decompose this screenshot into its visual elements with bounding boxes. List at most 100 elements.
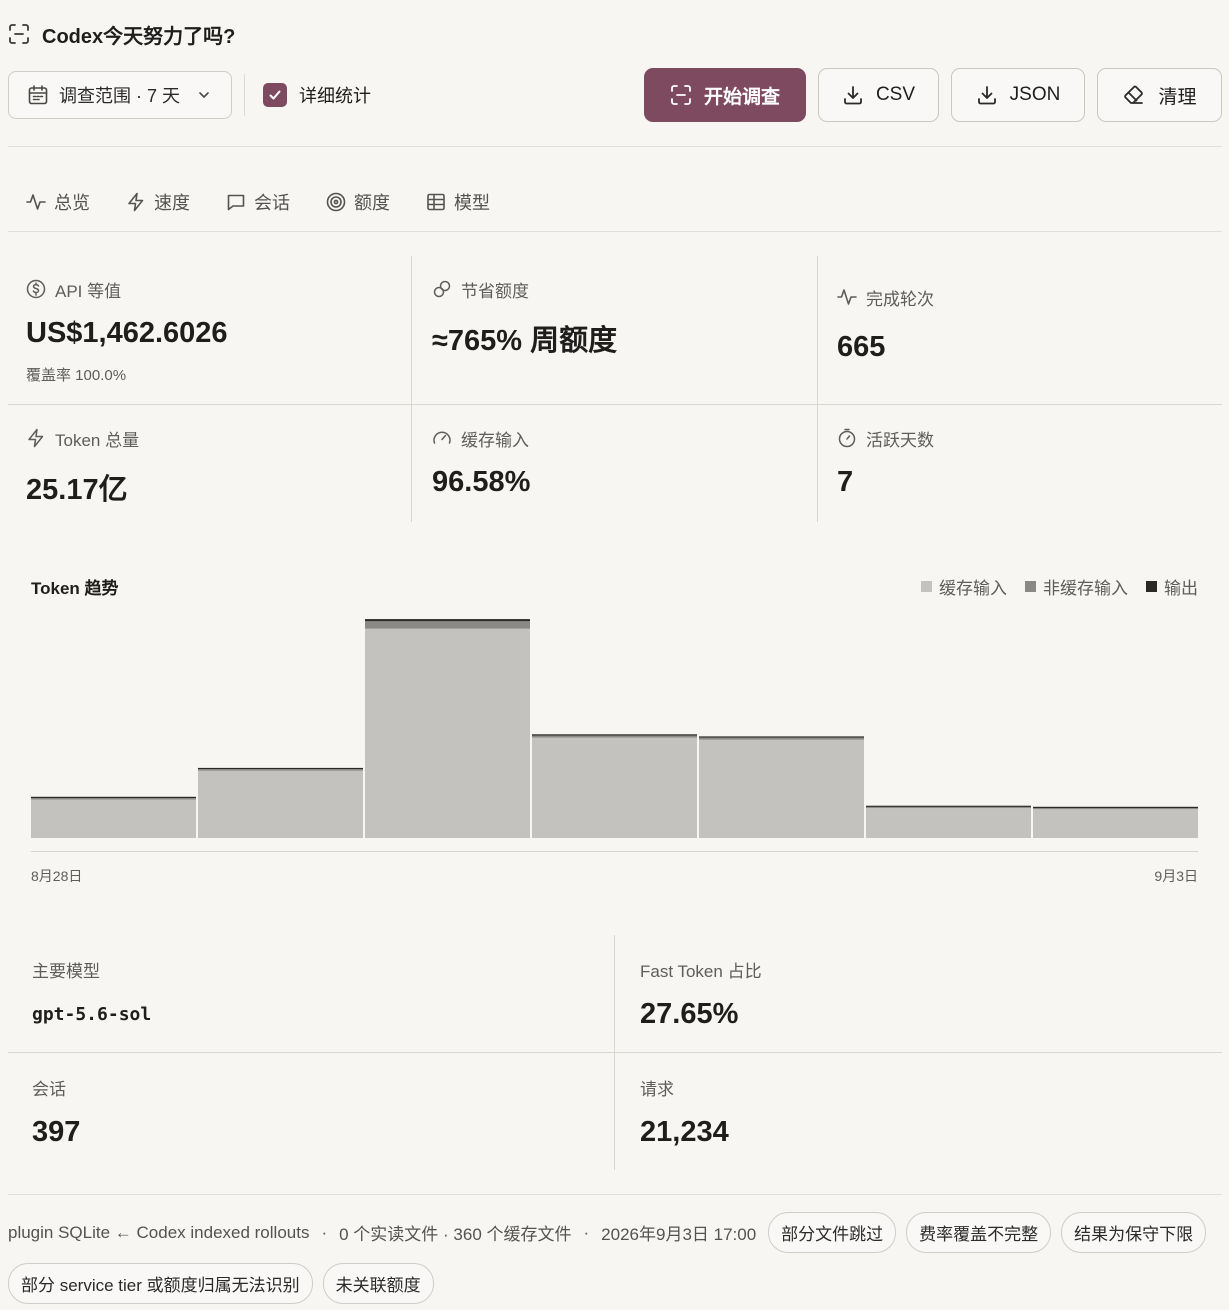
bar-segment-8月28日-输出[interactable]	[31, 796, 196, 798]
sessions-value: 397	[32, 1116, 81, 1148]
stat-active-days: 活跃天数 7	[837, 426, 934, 499]
days-label: 活跃天数	[866, 430, 934, 450]
start-label: 开始调查	[703, 86, 780, 108]
divider	[8, 231, 1222, 232]
stat-label: Token 总量	[26, 426, 139, 450]
grid-divider	[817, 256, 818, 522]
bar-segment-9月1日-缓存输入[interactable]	[699, 739, 864, 838]
bar-segment-8月29日-缓存输入[interactable]	[198, 770, 363, 838]
legend-label: 缓存输入	[939, 579, 1007, 598]
bar-segment-9月2日-输出[interactable]	[866, 805, 1031, 807]
x-tick-label: 8月28日	[31, 868, 83, 884]
tab-models[interactable]: 模型	[426, 188, 490, 216]
grid-divider	[411, 256, 412, 522]
cache-value: 96.58%	[432, 466, 531, 498]
title-bar: Codex今天努力了吗?	[8, 18, 235, 50]
requests-value: 21,234	[640, 1116, 729, 1148]
bar-segment-9月1日-输出[interactable]	[699, 736, 864, 738]
sessions-label: 会话	[32, 1080, 66, 1099]
warning-chip[interactable]: 部分 service tier 或额度归属无法识别	[8, 1263, 313, 1304]
bar-segment-8月28日-非缓存输入[interactable]	[31, 798, 196, 800]
range-label: 调查范围 · 7 天	[59, 86, 181, 106]
table-icon	[426, 192, 446, 212]
tab-sessions[interactable]: 会话	[226, 188, 290, 216]
checkbox[interactable]	[263, 83, 287, 107]
token-trend-chart	[31, 619, 1198, 852]
bar-segment-8月31日-非缓存输入[interactable]	[532, 735, 697, 738]
warning-chip[interactable]: 费率覆盖不完整	[906, 1212, 1052, 1253]
tab-quota[interactable]: 额度	[326, 188, 390, 216]
csv-export-button[interactable]: CSV	[818, 68, 939, 122]
main-model-value: gpt-5.6-sol	[32, 1004, 152, 1025]
bar-segment-9月2日-非缓存输入[interactable]	[866, 806, 1031, 809]
tab-overview[interactable]: 总览	[26, 188, 90, 216]
clear-button[interactable]: 清理	[1097, 68, 1222, 122]
calendar-icon	[27, 84, 49, 106]
legend-swatch	[1025, 581, 1036, 592]
coverage-text: 覆盖率 100.0%	[26, 367, 127, 384]
stat-label: API 等值	[26, 277, 228, 301]
fast-token-ratio: Fast Token 占比 27.65%	[640, 957, 762, 1031]
bar-segment-8月30日-缓存输入[interactable]	[365, 628, 530, 838]
timer-icon	[837, 428, 857, 448]
tokens-label: Token 总量	[55, 430, 140, 450]
timestamp-text: 2026年9月3日 17:00	[601, 1225, 757, 1244]
legend-label: 输出	[1164, 579, 1198, 598]
zap-icon	[26, 428, 46, 448]
legend-swatch	[921, 581, 932, 592]
grid-divider	[8, 404, 1222, 405]
bar-segment-8月30日-非缓存输入[interactable]	[365, 621, 530, 629]
cache-label: 缓存输入	[461, 430, 529, 450]
clear-label: 清理	[1158, 86, 1197, 108]
rounds-value: 665	[837, 331, 886, 363]
gauge-icon	[432, 428, 452, 448]
tab-label: 速度	[154, 193, 190, 213]
json-export-button[interactable]: JSON	[951, 68, 1085, 122]
rounds-label: 完成轮次	[866, 289, 934, 309]
saved-label: 节省额度	[461, 281, 529, 301]
bar-segment-9月1日-非缓存输入[interactable]	[699, 737, 864, 740]
bar-segment-8月30日-输出[interactable]	[365, 619, 530, 622]
stat-rounds: 完成轮次 665	[837, 285, 934, 364]
bar-segment-9月3日-非缓存输入[interactable]	[1033, 808, 1198, 810]
legend-item: 输出	[1146, 574, 1198, 599]
tab-speed[interactable]: 速度	[126, 188, 190, 216]
warning-chip[interactable]: 部分文件跳过	[768, 1212, 897, 1253]
message-icon	[226, 192, 246, 212]
requests-label: 请求	[640, 1080, 674, 1099]
bar-segment-8月29日-输出[interactable]	[198, 767, 363, 770]
bar-segment-8月31日-输出[interactable]	[532, 734, 697, 736]
legend-label: 非缓存输入	[1043, 579, 1128, 598]
chart-title: Token 趋势	[31, 579, 119, 598]
json-label: JSON	[1009, 84, 1061, 105]
bar-segment-9月3日-输出[interactable]	[1033, 806, 1198, 808]
main-model: 主要模型 gpt-5.6-sol	[32, 957, 151, 1025]
download-icon	[842, 84, 864, 106]
link-icon	[432, 279, 452, 299]
fast-ratio-label: Fast Token 占比	[640, 962, 762, 981]
bar-segment-9月2日-缓存输入[interactable]	[866, 808, 1031, 838]
fast-ratio-value: 27.65%	[640, 998, 739, 1030]
stat-label: 活跃天数	[837, 426, 934, 450]
bar-segment-8月31日-缓存输入[interactable]	[532, 737, 697, 838]
stat-label: 节省额度	[432, 277, 617, 301]
requests-count: 请求 21,234	[640, 1075, 729, 1149]
start-survey-button[interactable]: 开始调查	[644, 68, 806, 122]
stat-api-value: API 等值 US$1,462.6026 覆盖率 100.0%	[26, 277, 228, 385]
warning-chip[interactable]: 结果为保守下限	[1061, 1212, 1207, 1253]
warning-chip[interactable]: 未关联额度	[322, 1263, 434, 1304]
tab-label: 模型	[454, 193, 490, 213]
scan-icon	[670, 84, 692, 106]
separator-dot: ·	[321, 1222, 328, 1242]
bar-segment-8月28日-缓存输入[interactable]	[31, 799, 196, 838]
dollar-circle-icon	[26, 279, 46, 299]
grid-divider	[8, 1052, 1222, 1053]
bar-segment-8月29日-非缓存输入[interactable]	[198, 769, 363, 771]
detail-stats-toggle[interactable]: 详细统计	[263, 82, 371, 108]
footer-status: plugin SQLite ← Codex indexed rollouts ·…	[8, 1212, 1222, 1304]
download-icon	[976, 84, 998, 106]
stat-cache-input: 缓存输入 96.58%	[432, 426, 530, 499]
legend-item: 非缓存输入	[1025, 574, 1128, 599]
range-select[interactable]: 调查范围 · 7 天	[8, 71, 232, 119]
bar-segment-9月3日-缓存输入[interactable]	[1033, 809, 1198, 838]
